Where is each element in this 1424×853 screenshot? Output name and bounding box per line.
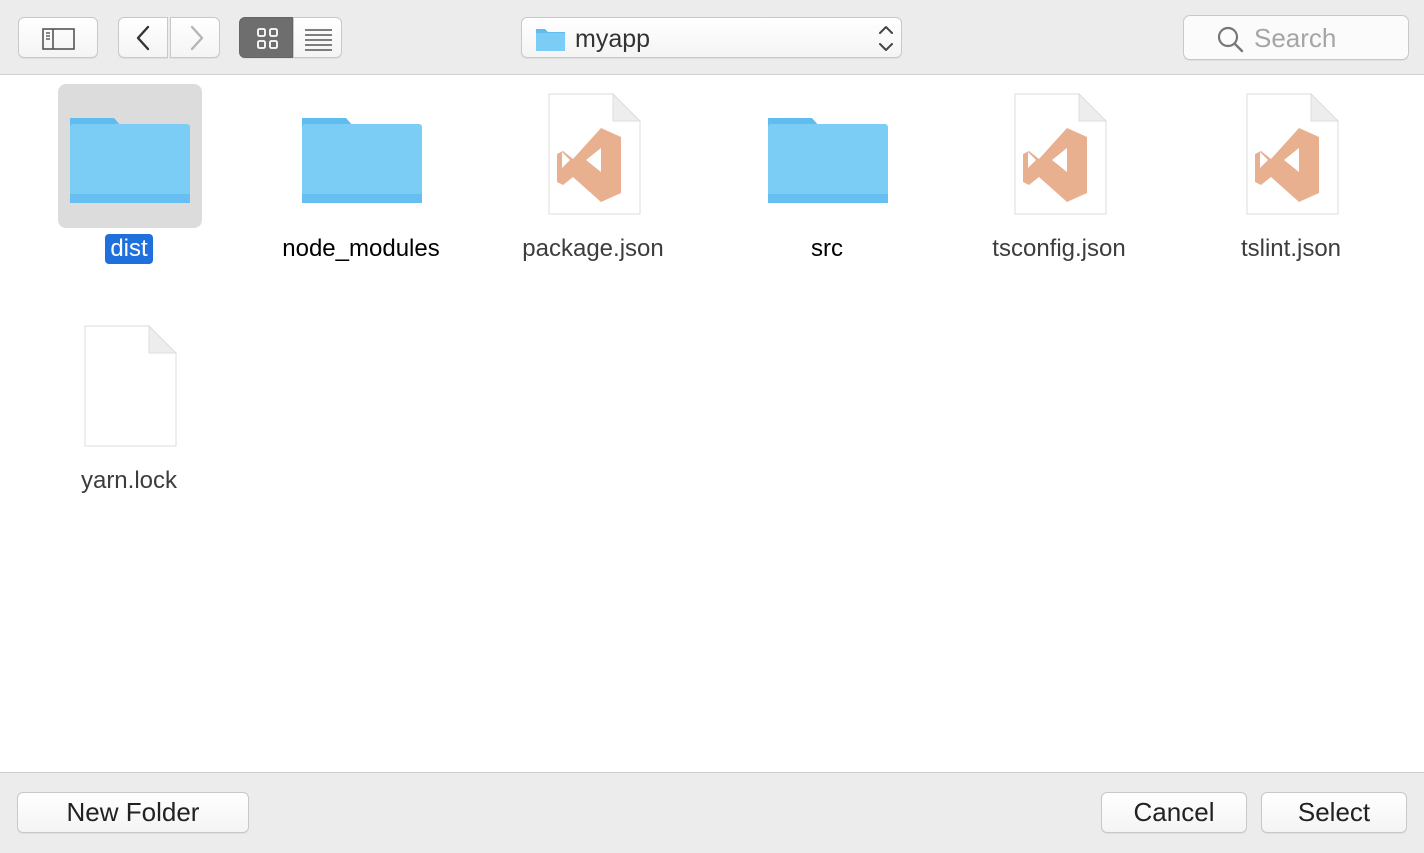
list-view-button[interactable] (293, 17, 342, 58)
folder-icon (536, 29, 565, 51)
chevron-left-icon (136, 25, 150, 51)
file-name: yarn.lock (80, 467, 178, 494)
file-thumbnail (988, 84, 1132, 228)
file-name: node_modules (282, 235, 440, 262)
folder-icon (70, 118, 190, 203)
location-label: myapp (575, 25, 651, 53)
icon-view-button[interactable] (239, 17, 293, 58)
search-placeholder: Search (1254, 23, 1337, 53)
file-item-dist[interactable]: dist (29, 75, 229, 285)
file-name: package.json (522, 235, 664, 262)
file-item-tslint-json[interactable]: tslint.json (1191, 75, 1391, 285)
list-icon (305, 29, 332, 51)
toolbar: myapp Search (0, 0, 1424, 75)
file-thumbnail (58, 84, 202, 228)
vscode-document-icon (1014, 92, 1108, 215)
cancel-button[interactable]: Cancel (1101, 792, 1247, 833)
blank-document-icon (84, 324, 178, 447)
file-name: src (811, 235, 843, 262)
file-grid: dist node_modules package.json src tscon… (0, 75, 1424, 772)
folder-icon (768, 118, 888, 203)
grid-icon (257, 28, 278, 49)
file-item-yarn-lock[interactable]: yarn.lock (29, 307, 229, 517)
file-thumbnail (58, 316, 202, 460)
sidebar-icon (42, 28, 75, 50)
file-thumbnail (290, 84, 434, 228)
chevron-up-down-icon (879, 26, 893, 51)
new-folder-button[interactable]: New Folder (17, 792, 249, 833)
chevron-right-icon (190, 25, 204, 51)
forward-button[interactable] (170, 17, 220, 58)
search-field[interactable]: Search (1183, 15, 1409, 60)
file-item-src[interactable]: src (727, 75, 927, 285)
file-thumbnail (522, 84, 666, 228)
dialog-footer: New Folder Cancel Select (0, 772, 1424, 853)
back-button[interactable] (118, 17, 168, 58)
file-thumbnail (756, 84, 900, 228)
vscode-document-icon (1246, 92, 1340, 215)
file-name: tsconfig.json (992, 235, 1126, 262)
select-button[interactable]: Select (1261, 792, 1407, 833)
file-item-package-json[interactable]: package.json (493, 75, 693, 285)
file-name: dist (29, 234, 229, 264)
sidebar-toggle-button[interactable] (18, 17, 98, 58)
folder-icon (302, 118, 422, 203)
file-thumbnail (1220, 84, 1364, 228)
file-name: tslint.json (1240, 235, 1342, 262)
file-item-tsconfig-json[interactable]: tsconfig.json (959, 75, 1159, 285)
file-item-node-modules[interactable]: node_modules (261, 75, 461, 285)
location-popup[interactable]: myapp (521, 17, 902, 58)
vscode-document-icon (548, 92, 642, 215)
